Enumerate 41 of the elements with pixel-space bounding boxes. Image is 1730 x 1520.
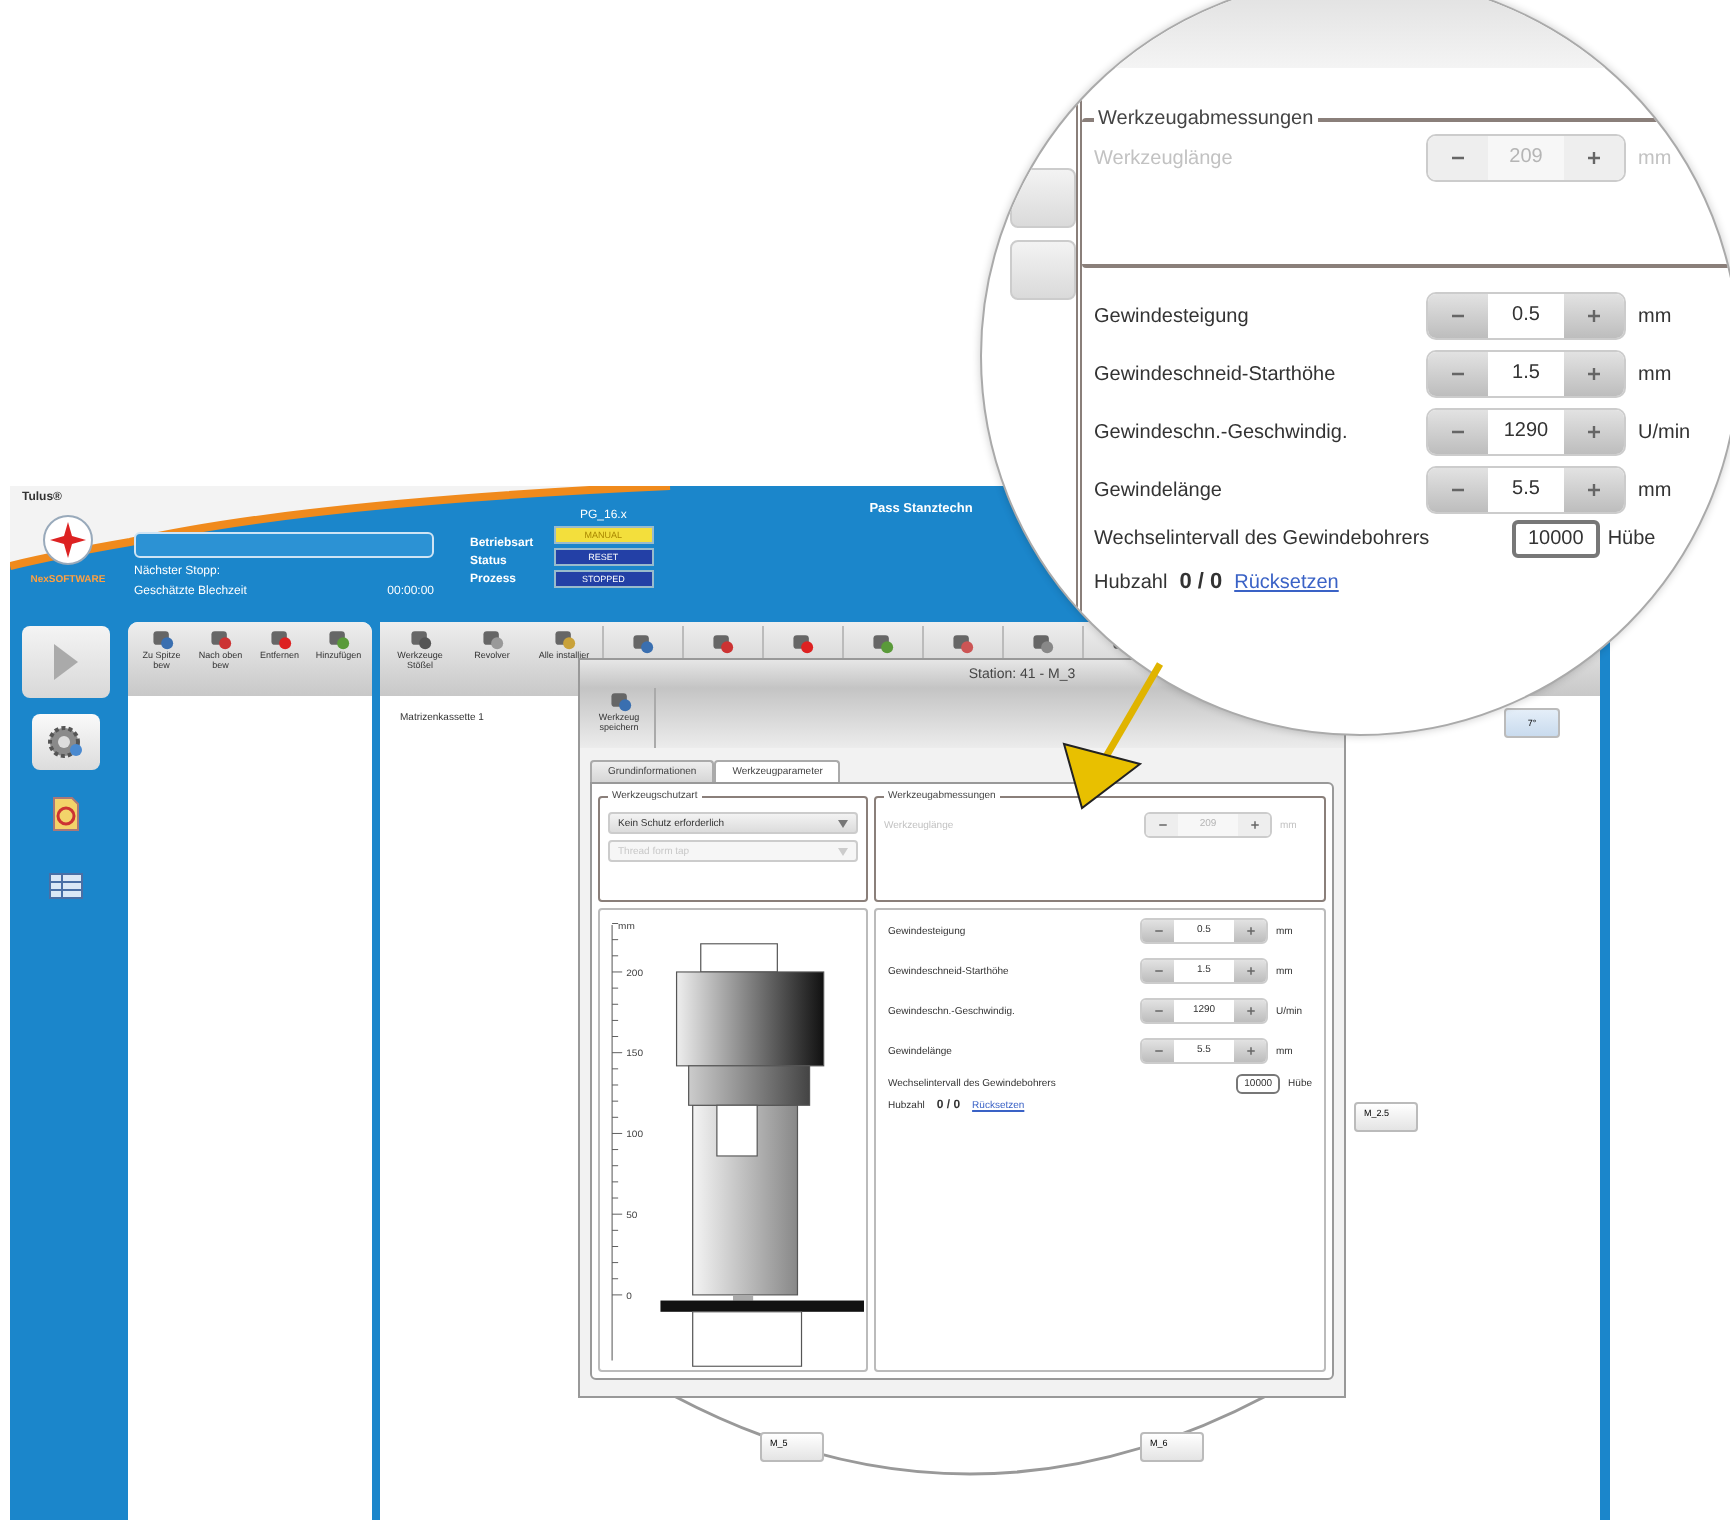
interval-field[interactable]: 10000 (1512, 520, 1600, 558)
sidebar-item[interactable] (31, 714, 99, 770)
tool-icon (480, 626, 504, 650)
field-label: Gewindesteigung (1094, 305, 1251, 327)
tool-icon (789, 630, 813, 654)
unit-label: U/min (1638, 421, 1693, 443)
dropdown[interactable] (1010, 240, 1076, 300)
unit-label: mm (1638, 147, 1674, 169)
field-label: Wechselintervall des Gewindebohrers (1094, 528, 1432, 550)
tool-icon (949, 630, 973, 654)
stroke-count: 0 / 0 (1179, 570, 1223, 594)
field-label: Hubzahl (1094, 571, 1168, 593)
logo-icon (42, 514, 94, 566)
reset-link[interactable]: Rücksetzen (1234, 571, 1339, 593)
field-label: Gewindeschneid-Starthöhe (1094, 363, 1338, 385)
tool-icon (326, 626, 351, 650)
field-label: Gewindelänge (1094, 479, 1224, 501)
unit-label: mm (1638, 305, 1674, 327)
tool-icon (869, 630, 893, 654)
tool-icon (208, 626, 233, 650)
caret-icon (838, 847, 848, 855)
unit-label: mm (1638, 479, 1674, 501)
field-label: Gewindeschn.-Geschwindig. (1094, 421, 1350, 443)
tool-icon (149, 626, 174, 650)
gear-icon (45, 722, 85, 762)
caret-icon (838, 819, 848, 827)
field-label: Werkzeuglänge (1094, 147, 1235, 169)
play-button[interactable] (21, 626, 109, 698)
unit-label: mm (1638, 363, 1674, 385)
group-title: Werkzeugabmessungen (1096, 108, 1316, 130)
tool-icon (629, 630, 653, 654)
tool-icon (408, 626, 432, 650)
search-field[interactable] (134, 532, 434, 558)
tool-icon (607, 688, 631, 712)
play-icon (51, 642, 79, 682)
dropdown[interactable] (1010, 168, 1076, 228)
tool-icon (552, 626, 576, 650)
tool-icon (267, 626, 292, 650)
tool-icon (1029, 630, 1053, 654)
tool-icon (709, 630, 733, 654)
unit-label: Hübe (1607, 528, 1656, 550)
